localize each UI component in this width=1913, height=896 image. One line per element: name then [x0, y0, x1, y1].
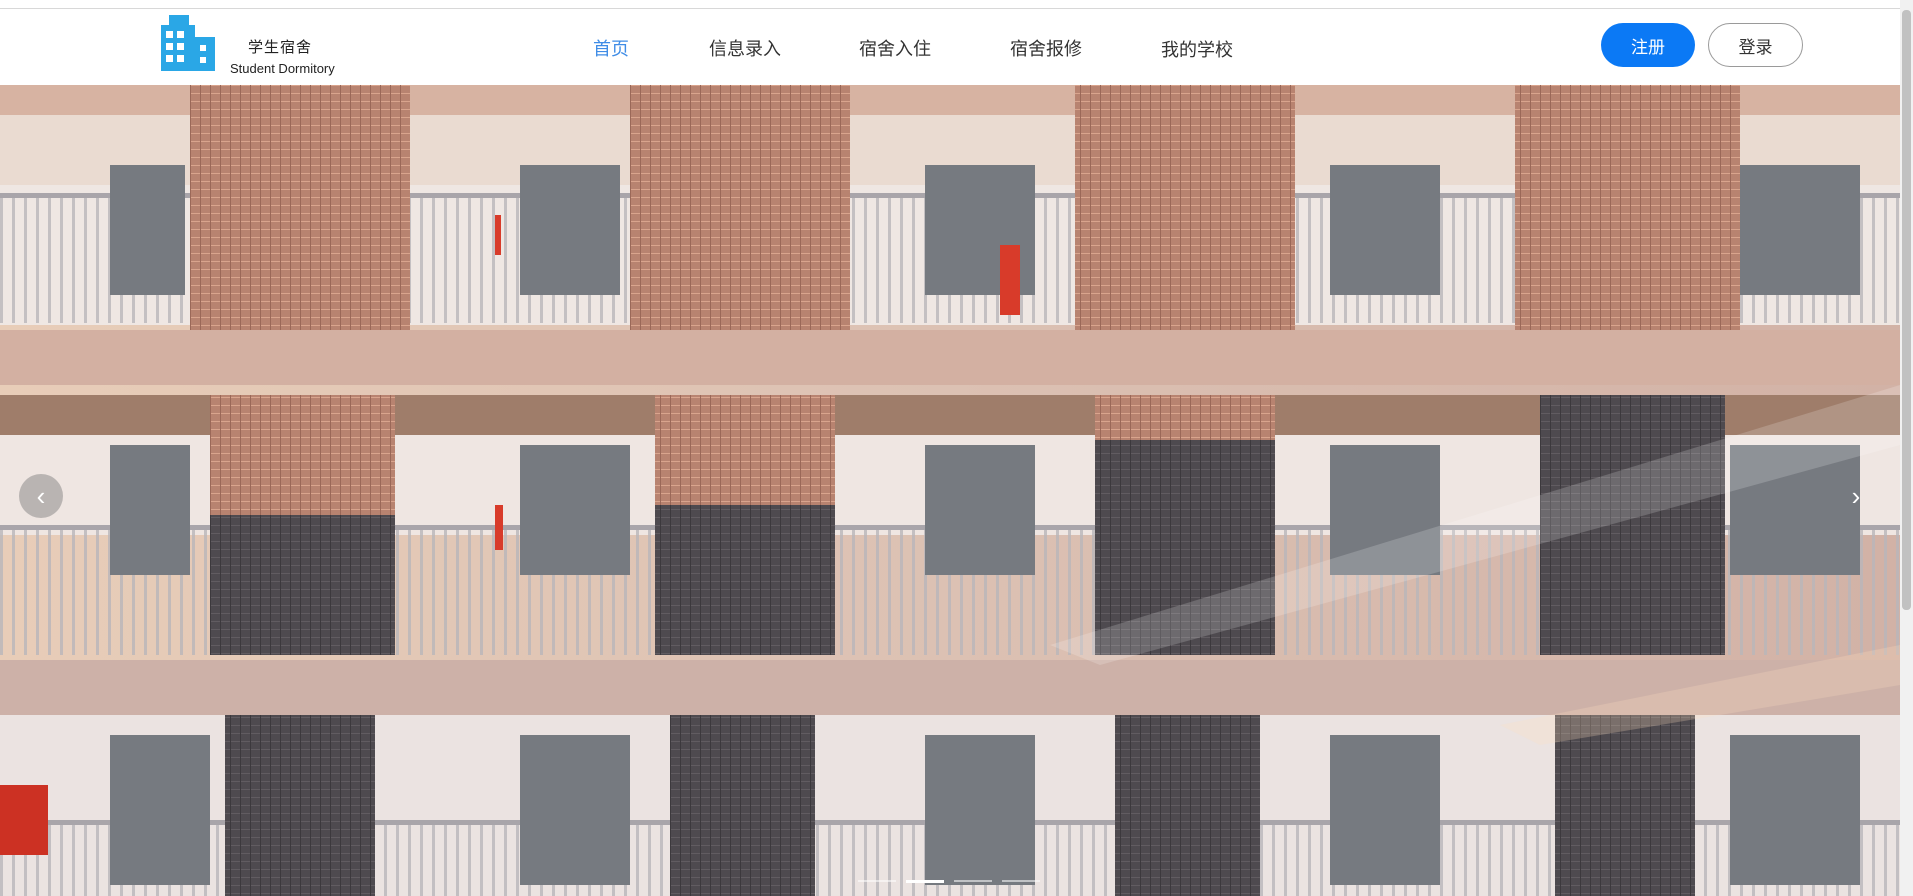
chevron-right-icon: ›	[1851, 480, 1861, 511]
nav-item-dorm-repair[interactable]: 宿舍报修	[1010, 35, 1082, 61]
logo-title: 学生宿舍	[248, 39, 313, 56]
page-scrollbar[interactable]	[1900, 0, 1913, 896]
chevron-left-icon: ‹	[36, 480, 46, 511]
browser-top-border	[0, 0, 1900, 9]
nav-item-info-entry[interactable]: 信息录入	[709, 35, 781, 61]
hero-carousel[interactable]: ‹ ›	[0, 85, 1900, 896]
carousel-prev-button[interactable]: ‹	[19, 474, 63, 518]
scrollbar-thumb[interactable]	[1902, 10, 1911, 610]
carousel-indicators	[858, 880, 1040, 884]
carousel-indicator-2[interactable]	[906, 880, 944, 883]
nav-item-dorm-checkin[interactable]: 宿舍入住	[859, 35, 931, 61]
page: 学生宿舍 Student Dormitory 首页 信息录入 宿舍入住 宿舍报修…	[0, 0, 1900, 896]
building-icon	[155, 15, 219, 73]
carousel-indicator-3[interactable]	[954, 880, 992, 882]
site-header: 学生宿舍 Student Dormitory 首页 信息录入 宿舍入住 宿舍报修…	[0, 9, 1900, 85]
carousel-image	[0, 85, 1900, 896]
nav-item-home[interactable]: 首页	[593, 35, 629, 61]
nav-item-my-school[interactable]: 我的学校	[1161, 36, 1233, 62]
logo[interactable]: 学生宿舍 Student Dormitory	[155, 15, 345, 79]
carousel-next-button[interactable]: ›	[1834, 474, 1878, 518]
login-button[interactable]: 登录	[1708, 23, 1803, 67]
register-button[interactable]: 注册	[1601, 23, 1695, 67]
carousel-indicator-4[interactable]	[1002, 880, 1040, 882]
logo-subtitle: Student Dormitory	[230, 61, 335, 76]
carousel-indicator-1[interactable]	[858, 880, 896, 882]
